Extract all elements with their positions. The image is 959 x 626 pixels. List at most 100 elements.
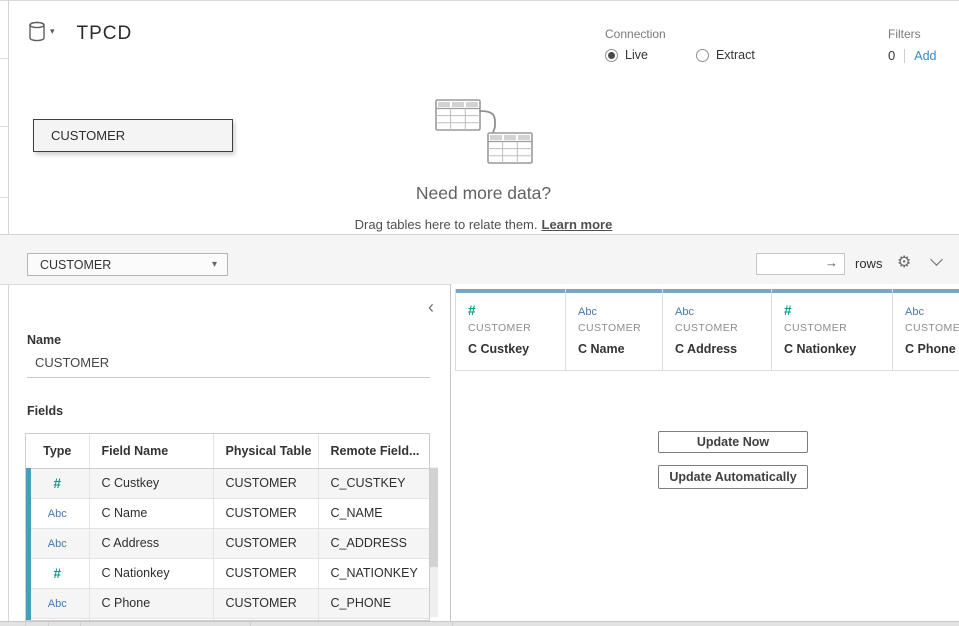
update-automatically-button[interactable]: Update Automatically <box>658 465 808 489</box>
col-header-field-name[interactable]: Field Name <box>89 434 213 468</box>
fields-header-row: Type Field Name Physical Table Remote Fi… <box>26 434 430 468</box>
row-limit-input[interactable] <box>757 254 825 274</box>
scrollbar-segment-divider <box>25 622 26 626</box>
canvas-table-label: CUSTOMER <box>51 128 125 143</box>
name-input-underline <box>27 377 430 378</box>
physical-table-cell: CUSTOMER <box>213 588 318 618</box>
datagrid-toolbar: CUSTOMER ▾ → rows ⚙ <box>0 235 959 284</box>
learn-more-link[interactable]: Learn more <box>542 217 613 232</box>
string-type-icon: Abc <box>578 306 597 318</box>
rows-label: rows <box>855 256 882 271</box>
live-radio[interactable] <box>605 49 618 62</box>
gear-icon[interactable]: ⚙ <box>897 252 911 272</box>
field-name-cell: C Phone <box>89 588 213 618</box>
grid-header-divider <box>455 370 959 371</box>
field-name-cell: C Name <box>89 498 213 528</box>
grid-column-c-nationkey[interactable]: # CUSTOMER C Nationkey <box>771 289 892 370</box>
scrollbar-segment-divider <box>452 622 453 626</box>
column-field-label: C Name <box>578 342 662 356</box>
datasource-brand: ▾ TPCD <box>28 21 132 47</box>
extract-radio[interactable] <box>696 49 709 62</box>
string-type-icon: Abc <box>48 598 67 610</box>
fields-scrollbar-thumb[interactable] <box>430 468 438 567</box>
string-type-icon: Abc <box>675 306 694 318</box>
remote-field-cell: C_NATIONKEY <box>318 558 430 588</box>
column-field-label: C Custkey <box>468 342 565 356</box>
add-filter-link[interactable]: Add <box>914 49 936 63</box>
number-type-icon: # <box>468 303 476 318</box>
field-row-c-phone[interactable]: Abc C Phone CUSTOMER C_PHONE <box>26 588 430 618</box>
data-preview-grid: # CUSTOMER C Custkey Abc CUSTOMER C Name… <box>452 284 959 621</box>
chevron-down-icon[interactable] <box>930 253 943 266</box>
dropdown-caret-icon: ▾ <box>212 259 217 270</box>
drag-tables-hint: Drag tables here to relate them. <box>355 217 538 232</box>
scrollbar-segment-divider <box>80 622 81 626</box>
column-table-label: CUSTOMER <box>578 322 662 334</box>
field-row-c-address[interactable]: Abc C Address CUSTOMER C_ADDRESS <box>26 528 430 558</box>
filters-label: Filters <box>888 27 936 41</box>
col-header-remote-field[interactable]: Remote Field... <box>318 434 430 468</box>
scrollbar-segment-divider <box>250 622 251 626</box>
extract-radio-label[interactable]: Extract <box>716 48 755 62</box>
column-field-label: C Phone <box>905 342 959 356</box>
canvas-table-customer[interactable]: CUSTOMER <box>33 119 233 152</box>
remote-field-cell: C_PHONE <box>318 588 430 618</box>
number-type-icon: # <box>53 476 61 491</box>
live-radio-label[interactable]: Live <box>625 48 648 62</box>
column-accent-bar <box>566 289 662 293</box>
apply-rows-arrow-icon[interactable]: → <box>825 255 838 270</box>
relate-tables-illustration-icon <box>422 97 547 172</box>
update-now-button[interactable]: Update Now <box>658 431 808 453</box>
grid-column-c-name[interactable]: Abc CUSTOMER C Name <box>565 289 662 370</box>
grid-column-c-custkey[interactable]: # CUSTOMER C Custkey <box>455 289 565 370</box>
column-table-label: CUSTOMER <box>905 322 959 334</box>
database-icon[interactable] <box>28 21 46 47</box>
empty-state-title: Need more data? <box>8 183 959 204</box>
left-gutter-border <box>8 1 9 621</box>
tableau-datasource-page: ▾ TPCD Connection Live Extract Filters 0… <box>0 0 959 626</box>
remote-field-cell: C_NAME <box>318 498 430 528</box>
fields-table: Type Field Name Physical Table Remote Fi… <box>25 433 430 621</box>
filters-section: Filters 0 Add <box>888 27 936 63</box>
fields-label: Fields <box>27 404 63 418</box>
row-limit-field: → <box>756 253 845 275</box>
fields-selection-accent-bar <box>26 468 31 620</box>
physical-table-cell: CUSTOMER <box>213 528 318 558</box>
column-field-label: C Nationkey <box>784 342 892 356</box>
physical-table-cell: CUSTOMER <box>213 558 318 588</box>
datasource-title[interactable]: TPCD <box>77 23 133 45</box>
connection-label: Connection <box>605 27 755 41</box>
string-type-icon: Abc <box>48 508 67 520</box>
connection-section: Connection Live Extract <box>605 27 755 62</box>
column-accent-bar <box>893 289 959 293</box>
fields-scrollbar-track[interactable] <box>430 467 438 617</box>
column-accent-bar <box>663 289 771 293</box>
field-row-c-nationkey[interactable]: # C Nationkey CUSTOMER C_NATIONKEY <box>26 558 430 588</box>
panel-grid-divider <box>450 285 451 621</box>
name-label: Name <box>27 333 61 347</box>
filters-separator <box>904 49 905 63</box>
grid-column-c-address[interactable]: Abc CUSTOMER C Address <box>662 289 771 370</box>
table-name-input[interactable]: CUSTOMER <box>35 355 109 370</box>
physical-table-cell: CUSTOMER <box>213 468 318 498</box>
number-type-icon: # <box>53 566 61 581</box>
remote-field-cell: C_ADDRESS <box>318 528 430 558</box>
column-accent-bar <box>456 289 565 293</box>
grid-column-c-phone[interactable]: Abc CUSTOMER C Phone <box>892 289 959 370</box>
column-table-label: CUSTOMER <box>468 322 565 334</box>
collapse-panel-icon[interactable]: ‹ <box>428 299 434 315</box>
column-table-label: CUSTOMER <box>675 322 771 334</box>
col-header-physical-table[interactable]: Physical Table <box>213 434 318 468</box>
string-type-icon: Abc <box>48 538 67 550</box>
field-row-c-name[interactable]: Abc C Name CUSTOMER C_NAME <box>26 498 430 528</box>
table-select-dropdown[interactable]: CUSTOMER ▾ <box>27 253 228 276</box>
field-name-cell: C Nationkey <box>89 558 213 588</box>
field-row-c-custkey[interactable]: # C Custkey CUSTOMER C_CUSTKEY <box>26 468 430 498</box>
remote-field-cell: C_CUSTKEY <box>318 468 430 498</box>
horizontal-scrollbar[interactable] <box>0 621 959 626</box>
database-menu-caret-icon[interactable]: ▾ <box>50 26 55 37</box>
gutter-tick <box>0 58 8 59</box>
col-header-type[interactable]: Type <box>26 434 89 468</box>
filters-count: 0 <box>888 48 895 63</box>
column-field-label: C Address <box>675 342 771 356</box>
